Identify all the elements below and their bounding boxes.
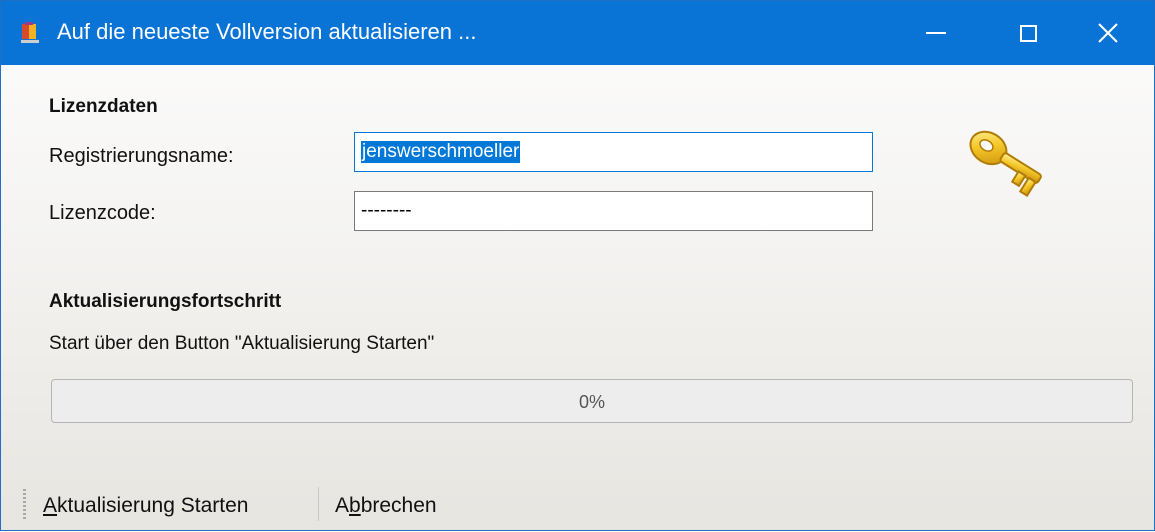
start-update-button-label-part: ktualisierung Starten bbox=[57, 494, 249, 517]
close-button[interactable] bbox=[1062, 1, 1154, 65]
minimize-button[interactable] bbox=[890, 1, 982, 65]
registration-name-value: jenswerschmoeller bbox=[361, 141, 521, 163]
license-code-input[interactable]: -------- bbox=[354, 191, 873, 231]
cancel-button-label-part: brechen bbox=[360, 494, 437, 517]
minimize-icon bbox=[926, 32, 946, 34]
license-code-value: -------- bbox=[361, 200, 412, 221]
registration-name-input[interactable]: jenswerschmoeller bbox=[354, 132, 873, 172]
toolbar-grip-handle[interactable] bbox=[23, 489, 26, 519]
cancel-button[interactable]: Abbrechen bbox=[335, 494, 437, 518]
update-dialog: Auf die neueste Vollversion aktualisiere… bbox=[0, 0, 1155, 531]
start-update-button[interactable]: Aktualisierung Starten bbox=[43, 494, 248, 518]
window-title: Auf die neueste Vollversion aktualisiere… bbox=[57, 19, 477, 44]
progress-heading: Aktualisierungsfortschritt bbox=[49, 291, 282, 312]
cancel-button-label-part: b bbox=[349, 494, 361, 517]
bottom-toolbar: Aktualisierung Starten Abbrechen bbox=[1, 475, 1154, 532]
key-icon bbox=[969, 130, 1042, 198]
maximize-button[interactable] bbox=[982, 1, 1074, 65]
toolbar-separator bbox=[318, 487, 319, 521]
app-icon bbox=[21, 22, 39, 43]
progress-bar: 0% bbox=[51, 379, 1133, 423]
close-icon bbox=[1098, 23, 1118, 43]
maximize-icon bbox=[1019, 24, 1037, 42]
progress-status-text: Start über den Button "Aktualisierung St… bbox=[49, 333, 435, 354]
license-code-label: Lizenzcode: bbox=[49, 202, 156, 224]
progress-percent-label: 0% bbox=[578, 392, 605, 412]
cancel-button-label-part: A bbox=[335, 494, 350, 517]
license-heading: Lizenzdaten bbox=[49, 96, 158, 117]
registration-name-label: Registrierungsname: bbox=[49, 145, 234, 167]
title-bar[interactable]: Auf die neueste Vollversion aktualisiere… bbox=[1, 1, 1154, 65]
start-update-button-label-part: A bbox=[43, 494, 58, 517]
